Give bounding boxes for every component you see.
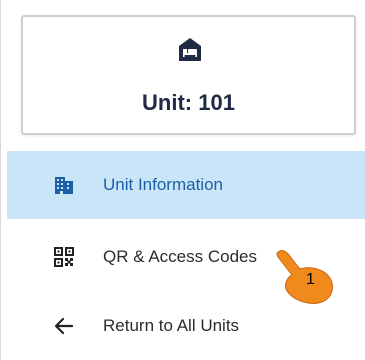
hand-pointer-icon xyxy=(276,250,333,304)
step-number-label: 1 xyxy=(306,271,315,288)
nav-item-unit-information[interactable]: Unit Information xyxy=(7,151,365,219)
unit-title: Unit: 101 xyxy=(23,90,354,116)
unit-card: Unit: 101 xyxy=(21,15,356,135)
nav-item-label: Unit Information xyxy=(103,175,223,194)
unit-title-text: Unit: 101 xyxy=(142,90,235,115)
nav-item-label: Return to All Units xyxy=(103,316,240,335)
building-icon xyxy=(51,172,77,198)
qr-code-icon xyxy=(51,244,77,270)
hotel-bed-icon xyxy=(179,38,201,61)
arrow-left-icon xyxy=(51,313,77,339)
nav-item-label: QR & Access Codes xyxy=(103,247,258,266)
